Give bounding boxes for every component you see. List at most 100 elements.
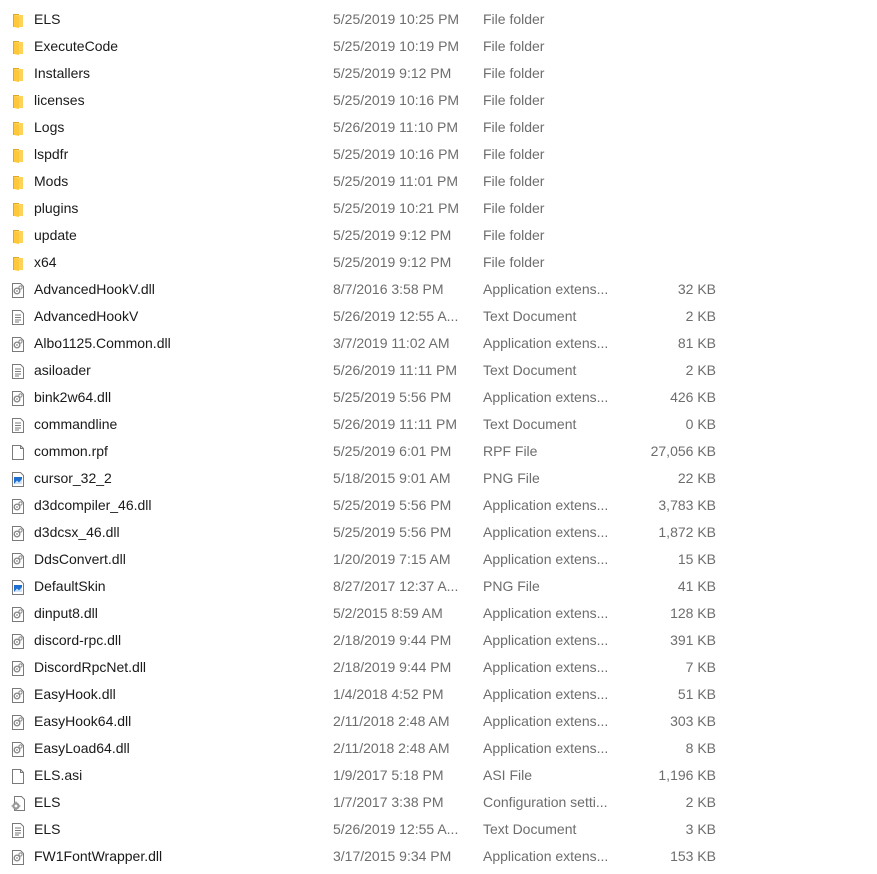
file-row[interactable]: ELS 5/26/2019 12:55 A... Text Document 3 KB [0, 816, 730, 843]
file-size: 27,056 KB [650, 443, 716, 459]
file-row[interactable]: DefaultSkin 8/27/2017 12:37 A... PNG File 4… [0, 573, 730, 600]
file-row[interactable]: ExecuteCode 5/25/2019 10:19 PM File folder [0, 33, 730, 60]
file-date-modified: 5/25/2019 9:12 PM [333, 227, 452, 243]
dll-file-icon [10, 632, 26, 649]
file-type: Application extens... [483, 551, 609, 567]
file-size: 2 KB [685, 794, 716, 810]
file-name: cursor_32_2 [34, 470, 112, 486]
folder-icon [10, 146, 26, 163]
file-date-modified: 1/7/2017 3:38 PM [333, 794, 444, 810]
file-type: PNG File [483, 470, 540, 486]
file-type: File folder [483, 119, 545, 135]
file-name: Logs [34, 119, 65, 135]
file-row[interactable]: lspdfr 5/25/2019 10:16 PM File folder [0, 141, 730, 168]
file-row[interactable]: Albo1125.Common.dll 3/7/2019 11:02 AM Appl… [0, 330, 730, 357]
file-row[interactable]: d3dcsx_46.dll 5/25/2019 5:56 PM Applicatio… [0, 519, 730, 546]
blank-file-icon [10, 767, 26, 784]
dll-file-icon [10, 848, 26, 865]
file-row[interactable]: EasyHook.dll 1/4/2018 4:52 PM Application … [0, 681, 730, 708]
file-type: File folder [483, 11, 545, 27]
file-list: ELS 5/25/2019 10:25 PM File folder ExecuteC… [0, 0, 877, 874]
file-name: x64 [34, 254, 57, 270]
file-size: 8 KB [685, 740, 716, 756]
file-type: Application extens... [483, 848, 609, 864]
folder-icon [10, 65, 26, 82]
file-name: lspdfr [34, 146, 69, 162]
file-row[interactable]: FW1FontWrapper.dll 3/17/2015 9:34 PM Appli… [0, 843, 730, 870]
file-size: 41 KB [677, 578, 716, 594]
file-row[interactable]: DdsConvert.dll 1/20/2019 7:15 AM Applicati… [0, 546, 730, 573]
file-type: File folder [483, 146, 545, 162]
file-name: commandline [34, 416, 118, 432]
file-name: Mods [34, 173, 69, 189]
file-row[interactable]: Logs 5/26/2019 11:10 PM File folder [0, 114, 730, 141]
file-date-modified: 1/9/2017 5:18 PM [333, 767, 444, 783]
file-name: EasyHook64.dll [34, 713, 132, 729]
file-type: Application extens... [483, 335, 609, 351]
file-row[interactable]: Installers 5/25/2019 9:12 PM File folder [0, 60, 730, 87]
file-date-modified: 5/26/2019 12:55 A... [333, 308, 459, 324]
file-name: EasyHook.dll [34, 686, 116, 702]
file-name: asiloader [34, 362, 91, 378]
file-type: Text Document [483, 416, 577, 432]
file-row[interactable]: ELS.asi 1/9/2017 5:18 PM ASI File 1,196 KB [0, 762, 730, 789]
file-size: 1,196 KB [658, 767, 716, 783]
folder-icon [10, 92, 26, 109]
file-date-modified: 3/7/2019 11:02 AM [333, 335, 450, 351]
file-row[interactable]: update 5/25/2019 9:12 PM File folder [0, 222, 730, 249]
file-type: Text Document [483, 821, 577, 837]
file-name: plugins [34, 200, 79, 216]
file-type: File folder [483, 65, 545, 81]
file-date-modified: 1/20/2019 7:15 AM [333, 551, 451, 567]
file-row[interactable]: AdvancedHookV.dll 8/7/2016 3:58 PM Applica… [0, 276, 730, 303]
dll-file-icon [10, 740, 26, 757]
file-row[interactable]: cursor_32_2 5/18/2015 9:01 AM PNG File 22 K… [0, 465, 730, 492]
file-row[interactable]: common.rpf 5/25/2019 6:01 PM RPF File 27,05… [0, 438, 730, 465]
file-row[interactable]: licenses 5/25/2019 10:16 PM File folder [0, 87, 730, 114]
folder-icon [10, 11, 26, 28]
file-type: Application extens... [483, 632, 609, 648]
file-row[interactable]: Mods 5/25/2019 11:01 PM File folder [0, 168, 730, 195]
file-name: AdvancedHookV [34, 308, 139, 324]
file-row[interactable]: bink2w64.dll 5/25/2019 5:56 PM Application… [0, 384, 730, 411]
file-size: 2 KB [685, 362, 716, 378]
file-row[interactable]: d3dcompiler_46.dll 5/25/2019 5:56 PM Appli… [0, 492, 730, 519]
png-file-icon [10, 578, 26, 595]
file-row[interactable]: ELS 5/25/2019 10:25 PM File folder [0, 6, 730, 33]
file-row[interactable]: ELS 1/7/2017 3:38 PM Configuration setti..… [0, 789, 730, 816]
file-type: Application extens... [483, 740, 609, 756]
file-row[interactable]: DiscordRpcNet.dll 2/18/2019 9:44 PM Applic… [0, 654, 730, 681]
file-type: Application extens... [483, 659, 609, 675]
file-date-modified: 5/25/2019 11:01 PM [333, 173, 459, 189]
file-name: dinput8.dll [34, 605, 98, 621]
file-size: 0 KB [685, 416, 716, 432]
file-name: ExecuteCode [34, 38, 119, 54]
folder-icon [10, 38, 26, 55]
file-name: DiscordRpcNet.dll [34, 659, 147, 675]
file-row[interactable]: commandline 5/26/2019 11:11 PM Text Docume… [0, 411, 730, 438]
file-row[interactable]: EasyHook64.dll 2/11/2018 2:48 AM Applicati… [0, 708, 730, 735]
file-row[interactable]: AdvancedHookV 5/26/2019 12:55 A... Text Do… [0, 303, 730, 330]
file-date-modified: 5/25/2019 9:12 PM [333, 254, 452, 270]
file-row[interactable]: plugins 5/25/2019 10:21 PM File folder [0, 195, 730, 222]
file-name: d3dcompiler_46.dll [34, 497, 152, 513]
file-row[interactable]: dinput8.dll 5/2/2015 8:59 AM Application e… [0, 600, 730, 627]
file-row[interactable]: discord-rpc.dll 2/18/2019 9:44 PM Applicat… [0, 627, 730, 654]
dll-file-icon [10, 335, 26, 352]
file-date-modified: 1/4/2018 4:52 PM [333, 686, 444, 702]
folder-icon [10, 119, 26, 136]
file-date-modified: 2/11/2018 2:48 AM [333, 740, 450, 756]
file-date-modified: 5/25/2019 10:25 PM [333, 11, 460, 27]
file-size: 426 KB [670, 389, 716, 405]
file-row[interactable]: asiloader 5/26/2019 11:11 PM Text Document… [0, 357, 730, 384]
file-type: Application extens... [483, 605, 609, 621]
file-date-modified: 8/7/2016 3:58 PM [333, 281, 444, 297]
file-size: 22 KB [677, 470, 716, 486]
file-type: RPF File [483, 443, 538, 459]
file-row[interactable]: x64 5/25/2019 9:12 PM File folder [0, 249, 730, 276]
file-date-modified: 5/26/2019 11:10 PM [333, 119, 459, 135]
file-name: FW1FontWrapper.dll [34, 848, 163, 864]
dll-file-icon [10, 713, 26, 730]
file-row[interactable]: EasyLoad64.dll 2/11/2018 2:48 AM Applicati… [0, 735, 730, 762]
file-name: Albo1125.Common.dll [34, 335, 171, 351]
